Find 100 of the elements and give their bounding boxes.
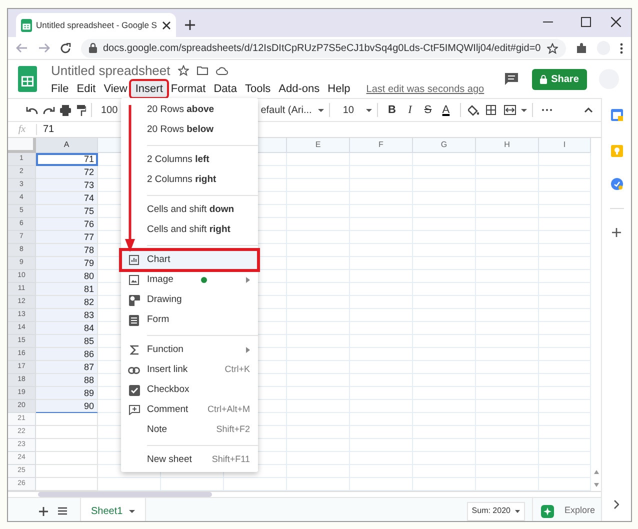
menu-item[interactable]: Tools — [240, 81, 275, 98]
menu-option[interactable]: Drawing — [121, 290, 258, 310]
menu-option[interactable]: Cells and shift right — [121, 220, 258, 240]
menu-option[interactable]: 20 Rows above — [121, 100, 258, 120]
zoom-select[interactable]: 100 — [101, 102, 118, 118]
strikethrough-button[interactable]: S — [418, 102, 437, 118]
table-cell — [539, 478, 591, 491]
new-tab-icon[interactable] — [184, 19, 196, 31]
caret-icon[interactable] — [366, 108, 372, 112]
text-color-button[interactable]: A — [436, 102, 455, 118]
last-edit-link[interactable]: Last edit was seconds ago — [366, 82, 484, 97]
comment-icon[interactable] — [505, 73, 518, 85]
menu-item[interactable]: Add-ons — [274, 81, 324, 98]
scroll-down-icon[interactable] — [594, 482, 598, 486]
menu-item[interactable]: Format — [166, 81, 210, 98]
reload-icon[interactable] — [60, 42, 71, 54]
menu-option[interactable]: 20 Rows below — [121, 120, 258, 140]
menu-option-label: New sheet — [147, 452, 192, 467]
table-cell — [476, 465, 539, 478]
table-cell — [539, 322, 591, 335]
column-header[interactable]: A — [36, 138, 98, 153]
fill-color-icon[interactable] — [468, 104, 479, 116]
menu-option[interactable]: 2 Columns right — [121, 170, 258, 190]
table-cell — [413, 478, 476, 491]
redo-icon[interactable] — [43, 106, 55, 114]
menu-item[interactable]: File — [47, 81, 73, 98]
print-icon[interactable] — [60, 104, 71, 116]
close-icon[interactable] — [162, 20, 171, 30]
tasks-icon[interactable] — [610, 178, 622, 190]
star-icon[interactable] — [178, 65, 190, 76]
menu-option[interactable]: Function — [121, 340, 258, 360]
table-cell: 87 — [36, 361, 98, 374]
merge-cells-icon[interactable] — [504, 105, 516, 115]
table-cell — [287, 374, 350, 387]
sheet-tab[interactable]: Sheet1 — [81, 498, 146, 521]
font-size-select[interactable]: 10 — [342, 102, 354, 118]
font-select[interactable]: efault (Ari... — [260, 102, 312, 118]
calendar-icon[interactable] — [610, 109, 622, 121]
column-header[interactable]: E — [287, 138, 350, 153]
more-icon[interactable] — [620, 42, 623, 54]
paint-roller-icon[interactable] — [77, 104, 86, 116]
document-title[interactable]: Untitled spreadsheet — [51, 60, 170, 80]
expand-panel-icon[interactable] — [614, 500, 619, 509]
menu-item[interactable]: Insert — [131, 81, 167, 98]
caret-icon[interactable] — [520, 108, 527, 112]
borders-icon[interactable] — [486, 105, 496, 115]
scroll-up-icon[interactable] — [594, 470, 598, 474]
maximize-icon[interactable] — [581, 17, 591, 27]
menu-option[interactable]: Note Shift+F2 — [121, 420, 258, 440]
menu-item[interactable]: Help — [324, 81, 354, 98]
table-cell — [413, 465, 476, 478]
add-sheet-icon[interactable] — [39, 506, 48, 516]
browser-tab[interactable]: Untitled spreadsheet - Google S — [16, 13, 176, 37]
menu-option[interactable]: Image — [121, 270, 258, 290]
add-icon[interactable] — [612, 228, 621, 237]
explore-button[interactable]: Explore — [533, 498, 601, 521]
table-cell — [287, 387, 350, 400]
horizontal-scrollbar[interactable] — [38, 492, 212, 497]
undo-icon[interactable] — [26, 106, 38, 114]
table-cell — [539, 218, 591, 231]
column-header[interactable]: H — [476, 138, 539, 153]
menu-option[interactable]: Cells and shift down — [121, 200, 258, 220]
extension-icon[interactable] — [576, 42, 587, 54]
menu-option-label: Note — [147, 422, 168, 437]
menu-option[interactable]: 2 Columns left — [121, 150, 258, 170]
menu-icon[interactable] — [58, 507, 67, 515]
table-cell — [539, 413, 591, 426]
sum-select[interactable]: Sum: 2020 — [466, 502, 526, 520]
table-cell — [287, 361, 350, 374]
menu-option[interactable]: Comment Ctrl+Alt+M — [121, 400, 258, 420]
menu-item[interactable]: View — [100, 81, 132, 98]
column-header[interactable]: I — [539, 138, 591, 153]
table-cell — [287, 270, 350, 283]
bold-button[interactable]: B — [382, 102, 401, 118]
share-button[interactable]: Share — [532, 68, 587, 90]
menu-option[interactable]: Chart — [121, 250, 258, 270]
table-cell — [287, 309, 350, 322]
star-icon[interactable] — [546, 42, 558, 54]
table-cell — [539, 465, 591, 478]
spreadsheet-logo[interactable] — [18, 66, 37, 92]
table-cell — [287, 166, 350, 179]
close-icon[interactable] — [611, 17, 621, 27]
folder-icon[interactable] — [197, 66, 208, 75]
menu-option[interactable]: New sheet Shift+F11 — [121, 450, 258, 470]
column-header[interactable]: G — [413, 138, 476, 153]
formula-value[interactable]: 71 — [43, 122, 54, 137]
italic-button[interactable]: I — [400, 102, 419, 118]
cloud-icon[interactable] — [216, 66, 228, 75]
address-field[interactable]: docs.google.com/spreadsheets/d/12IsDItCpRUzP7S5eCJ1bvSq4g0Lds-CtF5IMQWIlj04/edit#gid=0 — [81, 38, 566, 58]
column-header[interactable]: F — [350, 138, 413, 153]
menu-option[interactable]: Insert link Ctrl+K — [121, 360, 258, 380]
table-cell: 73 — [36, 179, 98, 192]
menu-option[interactable]: Checkbox — [121, 380, 258, 400]
menu-option[interactable]: Form — [121, 310, 258, 330]
menu-item[interactable]: Edit — [72, 81, 100, 98]
caret-icon[interactable] — [318, 108, 324, 112]
table-cell — [413, 244, 476, 257]
table-cell — [350, 309, 413, 322]
menu-item[interactable]: Data — [210, 81, 241, 98]
collapse-icon[interactable] — [584, 107, 593, 113]
